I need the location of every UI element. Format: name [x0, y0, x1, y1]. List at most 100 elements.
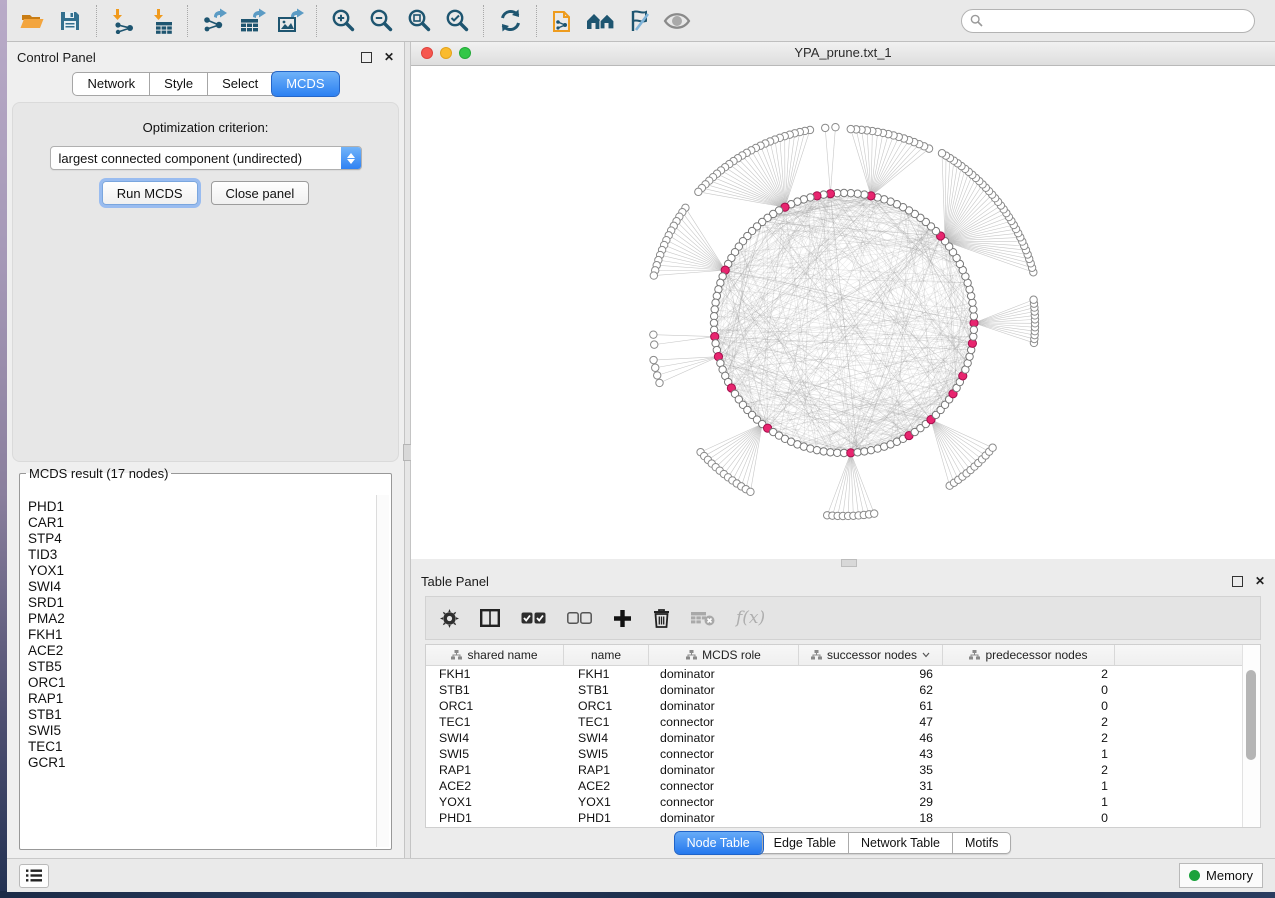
table-cell[interactable]: ORC1 [564, 699, 649, 713]
table-cell[interactable]: 2 [943, 715, 1115, 729]
network-node[interactable] [847, 189, 854, 196]
export-network-button[interactable] [195, 4, 233, 38]
leaf-node[interactable] [651, 341, 658, 348]
show-graphics-details-button[interactable] [658, 4, 696, 38]
leaf-node[interactable] [870, 510, 877, 517]
result-item[interactable]: STB1 [28, 707, 375, 723]
table-cell[interactable]: ACE2 [564, 779, 649, 793]
network-node[interactable] [820, 448, 827, 455]
table-cell[interactable]: 1 [943, 779, 1115, 793]
table-cell[interactable]: STB1 [564, 683, 649, 697]
table-settings-button[interactable] [440, 609, 459, 628]
network-canvas[interactable] [411, 66, 1275, 559]
table-cell[interactable]: 43 [799, 747, 943, 761]
result-item[interactable]: TID3 [28, 547, 375, 563]
tab-node-table[interactable]: Node Table [675, 832, 763, 854]
leaf-node[interactable] [654, 372, 661, 379]
table-cell[interactable]: 31 [799, 779, 943, 793]
delete-table-button[interactable] [691, 611, 715, 626]
leaf-node[interactable] [747, 488, 754, 495]
table-cell[interactable]: PHD1 [426, 811, 564, 825]
table-cell[interactable]: 46 [799, 731, 943, 745]
close-panel-icon[interactable]: ✕ [1255, 575, 1265, 587]
table-row[interactable]: YOX1YOX1connector291 [426, 794, 1242, 810]
save-session-button[interactable] [51, 4, 89, 38]
network-node[interactable] [710, 319, 717, 326]
mcds-result-list[interactable]: PHD1CAR1STP4TID3YOX1SWI4SRD1PMA2FKH1ACE2… [22, 495, 375, 847]
tab-motifs[interactable]: Motifs [953, 833, 1010, 853]
import-network-button[interactable] [104, 4, 142, 38]
network-node[interactable] [970, 312, 977, 319]
table-cell[interactable]: 35 [799, 763, 943, 777]
network-node[interactable] [854, 190, 861, 197]
search-input[interactable] [988, 13, 1246, 29]
tab-edge-table[interactable]: Edge Table [762, 833, 849, 853]
result-item[interactable]: STB5 [28, 659, 375, 675]
network-node[interactable] [970, 326, 977, 333]
table-row[interactable]: TEC1TEC1connector472 [426, 714, 1242, 730]
network-graph[interactable] [411, 66, 1275, 560]
float-panel-icon[interactable] [1232, 576, 1243, 587]
leaf-node[interactable] [650, 356, 657, 363]
import-table-button[interactable] [142, 4, 180, 38]
result-item[interactable]: PMA2 [28, 611, 375, 627]
result-item[interactable]: SWI5 [28, 723, 375, 739]
table-cell[interactable]: RAP1 [564, 763, 649, 777]
table-cell[interactable]: PHD1 [564, 811, 649, 825]
table-scrollbar[interactable] [1242, 645, 1260, 827]
network-node[interactable] [970, 306, 977, 313]
table-cell[interactable]: ACE2 [426, 779, 564, 793]
network-node[interactable] [712, 340, 719, 347]
refresh-layout-button[interactable] [491, 4, 529, 38]
table-cell[interactable]: dominator [649, 683, 799, 697]
leaf-node[interactable] [938, 150, 945, 157]
result-item[interactable]: TEC1 [28, 739, 375, 755]
table-cell[interactable]: dominator [649, 731, 799, 745]
table-cell[interactable]: dominator [649, 763, 799, 777]
leaf-node[interactable] [652, 364, 659, 371]
zoom-fit-button[interactable] [400, 4, 438, 38]
leaf-node[interactable] [1030, 296, 1037, 303]
result-item[interactable]: CAR1 [28, 515, 375, 531]
table-cell[interactable]: FKH1 [564, 667, 649, 681]
table-cell[interactable]: YOX1 [426, 795, 564, 809]
mcds-result-scrollbar[interactable] [376, 495, 389, 847]
add-column-button[interactable] [613, 609, 632, 628]
network-node[interactable] [854, 449, 861, 456]
table-cell[interactable]: FKH1 [426, 667, 564, 681]
table-cell[interactable]: connector [649, 715, 799, 729]
table-cell[interactable]: TEC1 [426, 715, 564, 729]
result-item[interactable]: FKH1 [28, 627, 375, 643]
table-cell[interactable]: dominator [649, 811, 799, 825]
network-node[interactable] [710, 312, 717, 319]
table-cell[interactable]: dominator [649, 699, 799, 713]
result-item[interactable]: STP4 [28, 531, 375, 547]
table-cell[interactable]: 62 [799, 683, 943, 697]
criterion-select[interactable]: largest connected component (undirected) [50, 146, 362, 170]
column-header-successor-nodes[interactable]: successor nodes [799, 645, 943, 665]
network-node[interactable] [861, 191, 868, 198]
table-cell[interactable]: SWI4 [564, 731, 649, 745]
tab-select[interactable]: Select [208, 73, 273, 95]
column-header-name[interactable]: name [564, 645, 649, 665]
leaf-node[interactable] [650, 331, 657, 338]
table-cell[interactable]: STB1 [426, 683, 564, 697]
result-item[interactable]: YOX1 [28, 563, 375, 579]
column-header-mcds-role[interactable]: MCDS role [649, 645, 799, 665]
network-node[interactable] [712, 299, 719, 306]
horizontal-splitter[interactable] [411, 559, 1275, 566]
result-item[interactable]: SRD1 [28, 595, 375, 611]
table-row[interactable]: ORC1ORC1dominator610 [426, 698, 1242, 714]
function-builder-button[interactable]: f(x) [736, 608, 765, 628]
table-cell[interactable]: 61 [799, 699, 943, 713]
export-image-button[interactable] [271, 4, 309, 38]
table-cell[interactable]: connector [649, 795, 799, 809]
table-cell[interactable]: 29 [799, 795, 943, 809]
show-columns-button[interactable] [480, 609, 500, 627]
table-cell[interactable]: SWI5 [426, 747, 564, 761]
result-item[interactable]: SWI4 [28, 579, 375, 595]
result-item[interactable]: PHD1 [28, 499, 375, 515]
table-cell[interactable]: TEC1 [564, 715, 649, 729]
leaf-node[interactable] [989, 444, 996, 451]
table-cell[interactable]: connector [649, 747, 799, 761]
